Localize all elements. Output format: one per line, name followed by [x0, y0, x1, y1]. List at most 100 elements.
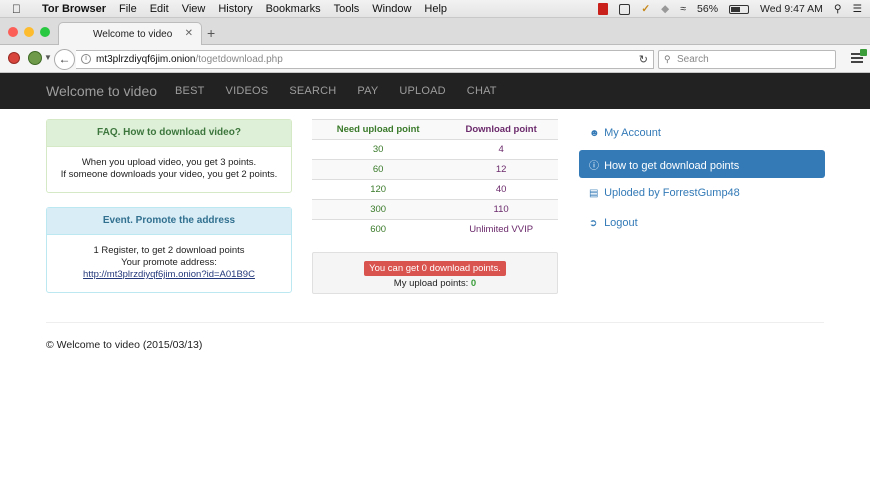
url-path: /togetdownload.php	[195, 54, 283, 65]
clock[interactable]: Wed 9:47 AM	[760, 3, 823, 15]
upload-points-value: 0	[470, 278, 477, 289]
update-badge-icon	[860, 49, 867, 56]
upload-points-label: My upload points:	[393, 278, 469, 289]
faq-body: When you upload video, you get 3 points.…	[47, 147, 291, 181]
download-cell: 4	[444, 139, 558, 160]
url-host: mt3plrzdiyqf6jim.onion	[96, 54, 196, 65]
upload-cell: 30	[312, 139, 445, 160]
menu-app[interactable]: Tor Browser	[42, 3, 106, 15]
faq-line-1: When you upload video, you get 3 points.	[81, 157, 257, 168]
search-icon: ⚲	[664, 54, 671, 64]
nav-pay[interactable]: PAY	[357, 85, 378, 97]
tab-title: Welcome to video	[93, 29, 173, 40]
menu-logout-label: Logout	[604, 217, 638, 229]
download-cell: 110	[444, 199, 558, 220]
zoom-window-icon[interactable]	[40, 27, 50, 37]
menu-bookmarks[interactable]: Bookmarks	[266, 3, 321, 15]
table-row: 300 110	[312, 199, 558, 220]
menu-help[interactable]: Help	[424, 3, 447, 15]
nav-chat[interactable]: CHAT	[467, 85, 497, 97]
menu-how-to-get-points-label: How to get download points	[604, 160, 740, 172]
noscript-icon[interactable]	[8, 52, 20, 64]
nav-videos[interactable]: VIDEOS	[226, 85, 269, 97]
menu-window[interactable]: Window	[372, 3, 411, 15]
close-tab-icon[interactable]: ✕	[185, 28, 193, 39]
upload-cell: 60	[312, 159, 445, 180]
navigation-bar: ▼ ← i mt3plrzdiyqf6jim.onion/togetdownlo…	[0, 45, 870, 73]
window-controls	[8, 27, 50, 37]
download-cell: Unlimited VVIP	[444, 219, 558, 240]
notification-center-icon[interactable]: ☰	[853, 3, 862, 15]
table-row: 120 40	[312, 179, 558, 200]
upload-cell: 120	[312, 179, 445, 200]
menubar:  Tor Browser File Edit View History Boo…	[0, 0, 870, 18]
tor-onion-icon[interactable]	[28, 51, 42, 65]
menu-edit[interactable]: Edit	[150, 3, 169, 15]
download-cell: 40	[444, 179, 558, 200]
footer-copyright: © Welcome to video (2015/03/13)	[46, 339, 203, 351]
event-body: 1 Register, to get 2 download points You…	[47, 235, 291, 281]
nav-best[interactable]: BEST	[175, 85, 205, 97]
chevron-down-icon[interactable]: ▼	[44, 53, 52, 62]
points-table: Need upload point Download point 30 4 60…	[312, 119, 558, 240]
col-header-upload: Need upload point	[312, 119, 445, 140]
battery-icon[interactable]	[729, 4, 750, 14]
account-menu: ☻ My Account ⓘ How to get download point…	[579, 120, 825, 240]
event-title: Event. Promote the address	[47, 208, 291, 235]
tray-window-icon[interactable]	[619, 3, 631, 15]
logout-icon: ➲	[589, 218, 598, 229]
menu-tools[interactable]: Tools	[334, 3, 360, 15]
hamburger-menu-icon[interactable]	[851, 49, 867, 63]
url-bar[interactable]: i mt3plrzdiyqf6jim.onion/togetdownload.p…	[76, 50, 654, 69]
tray-app-icon[interactable]	[598, 3, 609, 15]
apple-icon[interactable]: 	[12, 2, 28, 16]
faq-title: FAQ. How to download video?	[47, 120, 291, 147]
event-line-2: Your promote address:	[121, 257, 217, 268]
download-points-badge: You can get 0 download points.	[364, 261, 506, 276]
site-brand[interactable]: Welcome to video	[46, 83, 157, 99]
menu-view[interactable]: View	[182, 3, 206, 15]
download-cell: 12	[444, 159, 558, 180]
tab-welcome[interactable]: Welcome to video ✕	[58, 22, 202, 45]
tab-bar: Welcome to video ✕ +	[0, 18, 870, 45]
col-header-download: Download point	[444, 119, 558, 140]
table-row: 30 4	[312, 139, 558, 160]
site-navbar: Welcome to video BEST VIDEOS SEARCH PAY …	[0, 73, 870, 109]
tray-dropbox-icon[interactable]: ◆	[661, 3, 669, 15]
new-tab-icon[interactable]: +	[207, 25, 215, 41]
site-info-icon[interactable]: i	[81, 54, 91, 64]
nav-search[interactable]: SEARCH	[289, 85, 336, 97]
spotlight-icon[interactable]: ⚲	[834, 3, 842, 15]
tray-check-icon[interactable]: ✓	[641, 3, 650, 15]
close-window-icon[interactable]	[8, 27, 18, 37]
menu-history[interactable]: History	[218, 3, 252, 15]
table-row: 600 Unlimited VVIP	[312, 219, 558, 240]
faq-panel: FAQ. How to download video? When you upl…	[46, 119, 292, 193]
minimize-window-icon[interactable]	[24, 27, 34, 37]
points-status-box: You can get 0 download points. My upload…	[312, 252, 558, 294]
back-button[interactable]: ←	[54, 49, 75, 70]
menu-uploaded-by-label: Uploded by ForrestGump48	[604, 187, 740, 199]
menu-my-account[interactable]: ☻ My Account	[579, 120, 825, 148]
user-icon: ☻	[589, 128, 600, 139]
my-upload-points: My upload points: 0	[313, 278, 557, 289]
event-line-1: 1 Register, to get 2 download points	[93, 245, 245, 256]
upload-cell: 300	[312, 199, 445, 220]
menu-file[interactable]: File	[119, 3, 137, 15]
promote-link[interactable]: http://mt3plrzdiyqf6jim.onion?id=A01B9C	[83, 269, 255, 280]
search-placeholder: Search	[677, 54, 709, 65]
menu-my-account-label: My Account	[604, 127, 661, 139]
nav-upload[interactable]: UPLOAD	[399, 85, 445, 97]
info-circle-icon: ⓘ	[589, 161, 599, 172]
battery-percent: 56%	[697, 3, 719, 15]
footer-divider	[46, 322, 824, 323]
menu-how-to-get-points[interactable]: ⓘ How to get download points	[579, 150, 825, 178]
wifi-icon[interactable]: ≈	[680, 3, 686, 15]
search-input[interactable]: ⚲ Search	[658, 50, 836, 69]
reload-icon[interactable]: ↻	[639, 53, 648, 66]
menu-logout[interactable]: ➲ Logout	[579, 210, 825, 238]
menu-uploaded-by[interactable]: ▤ Uploded by ForrestGump48	[579, 180, 825, 208]
list-icon: ▤	[589, 188, 599, 199]
event-panel: Event. Promote the address 1 Register, t…	[46, 207, 292, 293]
faq-line-2: If someone downloads your video, you get…	[60, 169, 278, 180]
